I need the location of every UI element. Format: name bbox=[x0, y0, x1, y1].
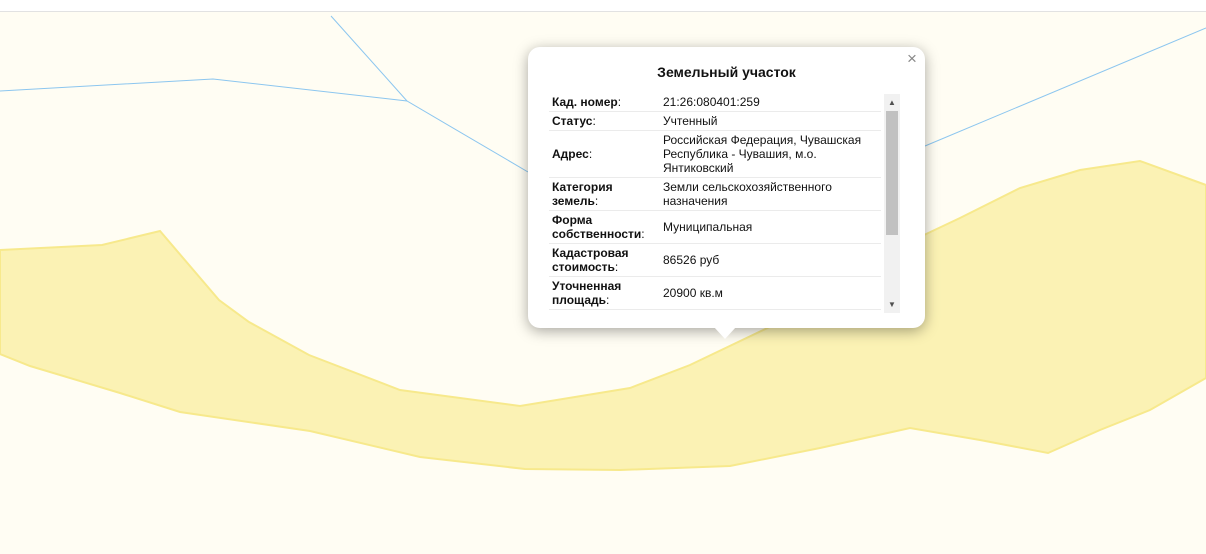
attribute-value: 20900 кв.м bbox=[657, 276, 881, 310]
attribute-label: Категория земель bbox=[552, 180, 613, 208]
table-row: Кад. номер: 21:26:080401:259 bbox=[549, 93, 881, 112]
table-row: Адрес: Российская Федерация, Чувашская Р… bbox=[549, 130, 881, 178]
boundary-line bbox=[330, 15, 408, 102]
attribute-value: Земли сельскохозяйственного назначения bbox=[657, 177, 881, 211]
popup-pointer bbox=[714, 327, 736, 339]
scrollbar-thumb[interactable] bbox=[886, 111, 898, 235]
table-row: Категория земель: Земли сельскохозяйстве… bbox=[549, 177, 881, 211]
popup-title: Земельный участок bbox=[657, 64, 796, 80]
attribute-label: Уточненная площадь bbox=[552, 279, 622, 307]
attribute-label: Адрес bbox=[552, 147, 589, 161]
scroll-down-arrow-icon[interactable]: ▼ bbox=[884, 296, 900, 313]
attribute-label: Форма собственности bbox=[552, 213, 642, 241]
attribute-table: Кад. номер: 21:26:080401:259 Статус: Учт… bbox=[549, 93, 881, 310]
table-row: Кадастровая стоимость: 86526 руб bbox=[549, 243, 881, 277]
attribute-table-container[interactable]: Кад. номер: 21:26:080401:259 Статус: Учт… bbox=[549, 93, 881, 312]
attribute-value: 21:26:080401:259 bbox=[657, 93, 881, 112]
parcel-info-popup: × Земельный участок Кад. номер: 21:26:08… bbox=[528, 47, 925, 339]
scroll-up-arrow-icon[interactable]: ▲ bbox=[884, 94, 900, 111]
attribute-value: Муниципальная bbox=[657, 210, 881, 244]
table-row: Форма собственности: Муниципальная bbox=[549, 210, 881, 244]
table-row: Статус: Учтенный bbox=[549, 111, 881, 131]
popup-scrollbar[interactable]: ▲ ▼ bbox=[884, 94, 900, 313]
attribute-value: Учтенный bbox=[657, 111, 881, 131]
table-row: Уточненная площадь: 20900 кв.м bbox=[549, 276, 881, 310]
attribute-value: Российская Федерация, Чувашская Республи… bbox=[657, 130, 881, 178]
attribute-label: Статус bbox=[552, 114, 593, 128]
boundary-line bbox=[0, 78, 529, 173]
boundary-line bbox=[924, 27, 1206, 147]
attribute-value: 86526 руб bbox=[657, 243, 881, 277]
map-canvas[interactable]: × Земельный участок Кад. номер: 21:26:08… bbox=[0, 0, 1206, 554]
attribute-label: Кад. номер bbox=[552, 95, 618, 109]
